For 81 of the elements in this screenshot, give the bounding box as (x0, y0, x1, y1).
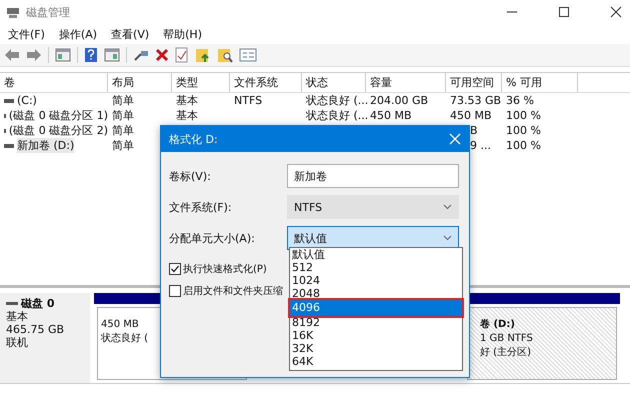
table-cell: 基本 (176, 93, 198, 108)
folder-up-icon[interactable] (195, 47, 211, 63)
table-cell: 简单 (112, 93, 134, 108)
table-cell: 状态良好 (... (306, 108, 368, 123)
dropdown-option[interactable]: 4096 (290, 300, 462, 316)
column-header[interactable]: % 可用 (502, 73, 578, 92)
column-header[interactable]: 文件系统 (230, 73, 302, 92)
dropdown-option[interactable]: 1024 (290, 274, 462, 287)
table-cell: 204.00 GB (370, 94, 428, 107)
table-cell: (磁盘 0 磁盘分区 2) (8, 123, 108, 138)
checkbox-label: 启用文件和文件夹压缩 (183, 284, 283, 298)
folder-search-icon[interactable] (217, 47, 233, 63)
menu-item[interactable]: 文件(F) (8, 26, 45, 42)
dropdown-option[interactable]: 64K (290, 355, 462, 368)
partition-text: 状态良好 ( (101, 332, 150, 346)
table-cell: 100 % (506, 124, 541, 137)
table-cell: 新加卷 (D:) (17, 138, 74, 153)
table-cell: (C:) (17, 94, 37, 107)
table-cell: 简单 (112, 123, 134, 138)
window-title: 磁盘管理 (26, 4, 70, 20)
partition-text: 好 (主分区) (480, 346, 532, 360)
close-icon[interactable] (610, 6, 622, 18)
menu-item[interactable]: 操作(A) (58, 26, 98, 42)
table-cell: B (470, 124, 478, 137)
dropdown-option[interactable]: 默认值 (290, 248, 462, 261)
table-cell: 简单 (112, 108, 134, 123)
dropdown-option[interactable]: 16K (290, 329, 462, 342)
dropdown-option[interactable]: 512 (290, 261, 462, 274)
field-label: 卷标(V): (169, 168, 212, 184)
table-cell: 36 % (506, 94, 534, 107)
dialog-title: 格式化 D: (169, 132, 218, 146)
field-label: 文件系统(F): (169, 200, 233, 214)
checkbox[interactable] (169, 263, 181, 275)
menu-item[interactable]: 帮助(H) (163, 26, 202, 42)
dropdown-option[interactable]: 32K (290, 342, 462, 355)
disk-size: 465.75 GB (6, 323, 66, 336)
maximize-icon[interactable] (558, 6, 570, 18)
table-cell: 450 MB (450, 109, 492, 122)
checkbox-label: 执行快速格式化(P) (183, 262, 267, 276)
help-icon[interactable] (84, 47, 98, 63)
caret-icon (443, 235, 452, 241)
disk-type: 基本 (6, 310, 29, 323)
partition-text: 1 GB NTFS (480, 332, 534, 346)
partition-block[interactable]: 卷 (D:) 1 GB NTFS 好 (主分区) (467, 307, 617, 380)
menu-item[interactable]: 查看(V) (111, 26, 150, 42)
delete-icon[interactable] (155, 48, 169, 62)
caret-icon (443, 204, 452, 210)
properties-icon[interactable] (239, 48, 257, 62)
disk-icon (6, 5, 22, 19)
partition-text: 450 MB (101, 318, 140, 332)
table-cell: (磁盘 0 磁盘分区 1) (8, 108, 108, 123)
back-arrow-icon[interactable] (4, 48, 20, 62)
column-header[interactable]: 状态 (302, 73, 366, 92)
table-cell: 100 % (506, 139, 541, 152)
column-header[interactable]: 卷 (0, 73, 108, 92)
table-cell: 450 MB (370, 109, 412, 122)
table-cell: NTFS (234, 94, 262, 107)
table-cell: 简单 (112, 138, 134, 153)
column-header[interactable]: 容量 (366, 73, 446, 92)
forward-arrow-icon[interactable] (26, 48, 42, 62)
input-field[interactable]: 新加卷 (287, 164, 459, 188)
partition-text: 卷 (D:) (480, 318, 516, 332)
dropdown-option[interactable]: 2048 (290, 287, 462, 300)
column-header[interactable]: 布局 (108, 73, 172, 92)
connect-icon[interactable] (133, 48, 149, 62)
panel-icon[interactable] (104, 48, 120, 62)
table-cell: 73.53 GB (450, 94, 502, 107)
disk-status: 联机 (6, 336, 29, 349)
dropdown-option[interactable]: 8192 (290, 316, 462, 329)
table-cell: 基本 (176, 108, 198, 123)
checklist-icon[interactable] (175, 47, 189, 63)
column-header[interactable]: 类型 (172, 73, 230, 92)
checkbox[interactable] (169, 285, 181, 297)
table-cell: 状态良好 (... (306, 93, 368, 108)
table-cell: 9 ... (470, 139, 491, 152)
field-label: 分配单元大小(A): (169, 230, 256, 246)
column-header[interactable]: 可用空间 (446, 73, 502, 92)
panel-icon[interactable] (55, 48, 71, 62)
select-field[interactable]: NTFS (287, 195, 459, 219)
disk-name: 磁盘 0 (21, 297, 54, 310)
table-cell: 100 % (506, 109, 541, 122)
